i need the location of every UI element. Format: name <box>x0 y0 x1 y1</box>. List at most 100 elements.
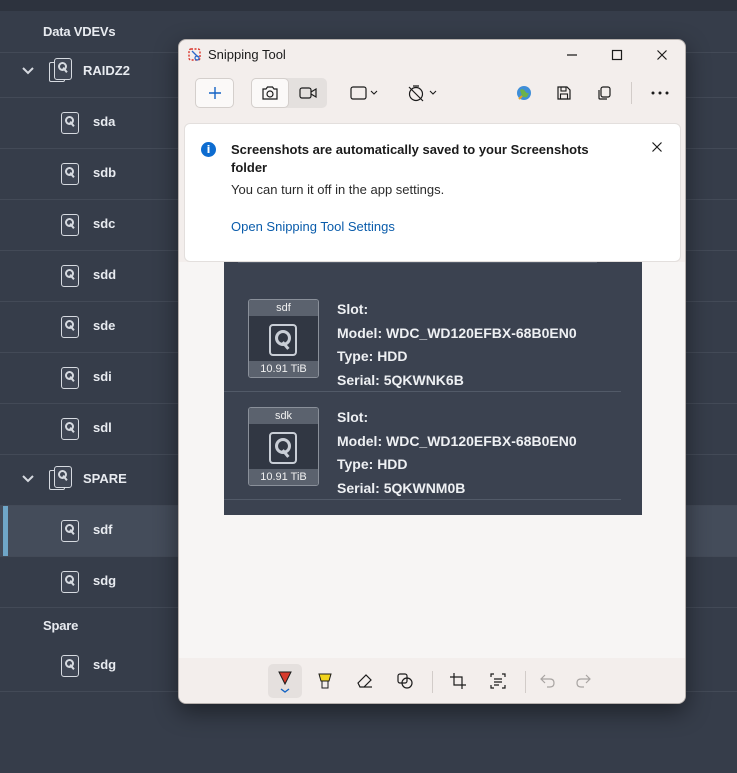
save-button[interactable] <box>547 78 581 108</box>
disk-name: sdg <box>93 573 117 588</box>
markup-divider <box>432 671 433 693</box>
ballpoint-pen-button[interactable] <box>268 664 302 698</box>
minimize-button[interactable] <box>549 40 595 70</box>
text-actions-icon <box>490 673 506 689</box>
video-mode-button[interactable] <box>289 78 327 108</box>
disk-name: sdi <box>93 369 112 384</box>
window-title: Snipping Tool <box>208 47 286 62</box>
hard-disk-icon <box>61 265 79 287</box>
screenshot-mode-button[interactable] <box>251 78 289 108</box>
data-vdevs-label: Data VDEVs <box>43 24 116 39</box>
snipping-tool-window: Snipping Tool i Screenshots are automati… <box>178 39 686 704</box>
copy-icon <box>598 86 611 100</box>
disk-model: Model: WDC_WD120EFBX-68B0EN0 <box>337 324 577 341</box>
eraser-icon <box>357 674 372 688</box>
screenshot-divider <box>238 262 597 263</box>
disk-card-name: sdf <box>249 300 318 316</box>
disk-info: Slot: Model: WDC_WD120EFBX-68B0EN0 Type:… <box>337 298 577 392</box>
markup-divider <box>525 671 526 693</box>
minimize-icon <box>567 54 577 56</box>
delay-dropdown[interactable] <box>403 78 443 108</box>
rectangle-snip-icon <box>350 86 378 100</box>
raidz2-label: RAIDZ2 <box>83 63 130 78</box>
snipping-tool-app-icon <box>188 48 201 61</box>
dismiss-notification-button[interactable] <box>647 137 667 157</box>
chevron-down-icon[interactable] <box>20 63 36 79</box>
main-toolbar <box>179 76 685 112</box>
close-button[interactable] <box>639 40 685 70</box>
capture-mode-toggle <box>251 78 327 108</box>
hard-disk-icon <box>269 324 297 356</box>
hard-disk-icon <box>61 655 79 677</box>
disk-name: sdc <box>93 216 116 231</box>
disk-name: sdg <box>93 657 117 672</box>
disk-type: Type: HDD <box>337 456 408 472</box>
hard-disk-icon <box>61 163 79 185</box>
undo-icon <box>540 674 555 688</box>
disk-card-name: sdk <box>249 408 318 424</box>
disk-name: sdd <box>93 267 117 282</box>
new-snip-button[interactable] <box>195 78 234 108</box>
title-bar: Snipping Tool <box>179 40 685 70</box>
disk-card: sdf 10.91 TiB <box>248 299 319 378</box>
disk-name: sda <box>93 114 116 129</box>
copy-button[interactable] <box>587 78 621 108</box>
globe-edit-icon <box>517 86 531 100</box>
capture-canvas: sdf 10.91 TiB Slot: Model: WDC_WD120EFBX… <box>179 262 685 658</box>
shapes-icon <box>397 673 413 689</box>
save-icon <box>557 86 571 100</box>
eraser-button[interactable] <box>348 664 382 698</box>
hard-disk-icon <box>269 432 297 464</box>
close-icon <box>652 142 662 152</box>
edit-in-paint-button[interactable] <box>507 78 541 108</box>
disk-info: Slot: Model: WDC_WD120EFBX-68B0EN0 Type:… <box>337 406 577 500</box>
hard-disk-icon <box>61 112 79 134</box>
hard-disk-icon <box>61 214 79 236</box>
hard-disk-icon <box>61 520 79 542</box>
maximize-icon <box>611 49 623 61</box>
hard-disk-icon <box>61 571 79 593</box>
disk-name: sdf <box>93 522 113 537</box>
crop-icon <box>450 673 466 689</box>
no-delay-timer-icon <box>408 85 437 102</box>
highlighter-button[interactable] <box>308 664 342 698</box>
maximize-button[interactable] <box>594 40 640 70</box>
disk-name: sdl <box>93 420 112 435</box>
hard-disk-icon <box>61 367 79 389</box>
hard-disk-icon <box>61 316 79 338</box>
more-options-button[interactable] <box>643 78 677 108</box>
info-icon: i <box>201 142 216 157</box>
close-icon <box>657 50 667 60</box>
disk-name: sde <box>93 318 116 333</box>
disk-card: sdk 10.91 TiB <box>248 407 319 486</box>
spare-section-label: Spare <box>43 618 79 633</box>
disk-model: Model: WDC_WD120EFBX-68B0EN0 <box>337 432 577 449</box>
pen-icon <box>278 671 292 693</box>
notification-body: You can turn it off in the app settings. <box>231 182 445 197</box>
chevron-down-icon[interactable] <box>20 471 36 487</box>
disk-details-entry: sdf 10.91 TiB Slot: Model: WDC_WD120EFBX… <box>224 284 621 392</box>
auto-save-notification: i Screenshots are automatically saved to… <box>184 123 681 262</box>
hard-disk-icon <box>61 418 79 440</box>
disk-details-entry: sdk 10.91 TiB Slot: Model: WDC_WD120EFBX… <box>224 392 621 500</box>
spare-group-label: SPARE <box>83 471 127 486</box>
crop-button[interactable] <box>441 664 475 698</box>
disk-card-size: 10.91 TiB <box>249 361 318 377</box>
disk-name: sdb <box>93 165 117 180</box>
snip-shape-dropdown[interactable] <box>345 78 385 108</box>
text-actions-button[interactable] <box>481 664 515 698</box>
highlighter-icon <box>318 673 332 689</box>
disk-slot: Slot: <box>337 301 369 317</box>
undo-button[interactable] <box>531 664 565 698</box>
selection-indicator <box>3 506 8 556</box>
camera-icon <box>262 86 278 100</box>
background-top-bar <box>0 0 737 11</box>
entry-divider <box>224 499 621 500</box>
redo-button[interactable] <box>566 664 600 698</box>
open-settings-link[interactable]: Open Snipping Tool Settings <box>231 219 395 234</box>
captured-screenshot: sdf 10.91 TiB Slot: Model: WDC_WD120EFBX… <box>224 262 642 515</box>
redo-icon <box>576 674 591 688</box>
shapes-button[interactable] <box>388 664 422 698</box>
more-icon <box>651 91 669 95</box>
video-camera-icon <box>299 87 317 99</box>
